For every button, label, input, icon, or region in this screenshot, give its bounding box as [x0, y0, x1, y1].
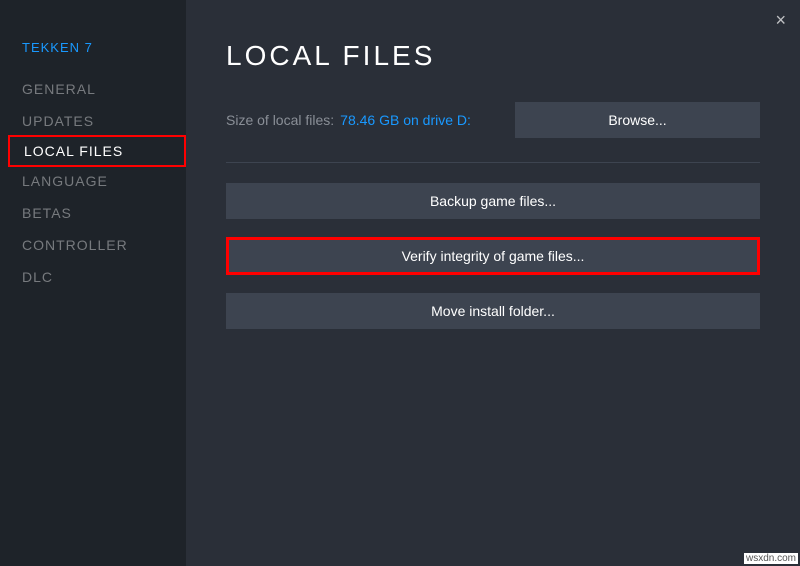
sidebar-item-local-files[interactable]: LOCAL FILES: [8, 135, 186, 167]
sidebar-item-betas[interactable]: BETAS: [0, 197, 186, 229]
page-title: LOCAL FILES: [226, 40, 760, 72]
close-icon[interactable]: ×: [775, 10, 786, 31]
size-label: Size of local files:: [226, 112, 334, 128]
move-folder-button[interactable]: Move install folder...: [226, 293, 760, 329]
verify-integrity-button[interactable]: Verify integrity of game files...: [226, 237, 760, 275]
sidebar-item-language[interactable]: LANGUAGE: [0, 165, 186, 197]
sidebar-item-general[interactable]: GENERAL: [0, 73, 186, 105]
size-info-row: Size of local files: 78.46 GB on drive D…: [226, 102, 760, 138]
sidebar: TEKKEN 7 GENERAL UPDATES LOCAL FILES LAN…: [0, 0, 186, 566]
game-title: TEKKEN 7: [0, 20, 186, 73]
sidebar-item-controller[interactable]: CONTROLLER: [0, 229, 186, 261]
sidebar-item-updates[interactable]: UPDATES: [0, 105, 186, 137]
backup-button[interactable]: Backup game files...: [226, 183, 760, 219]
browse-button[interactable]: Browse...: [515, 102, 760, 138]
main-panel: × LOCAL FILES Size of local files: 78.46…: [186, 0, 800, 566]
sidebar-item-dlc[interactable]: DLC: [0, 261, 186, 293]
divider: [226, 162, 760, 163]
watermark: wsxdn.com: [744, 553, 798, 564]
size-value: 78.46 GB on drive D:: [340, 112, 509, 128]
